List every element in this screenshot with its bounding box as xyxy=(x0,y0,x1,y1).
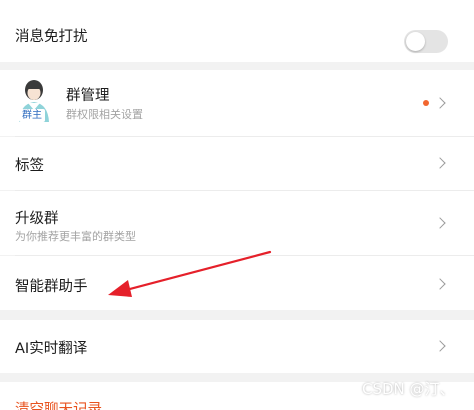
chevron-right-icon xyxy=(434,157,446,169)
chevron-right-icon xyxy=(434,278,446,290)
upgrade-group-title: 升级群 xyxy=(15,211,59,227)
group-management-title: 群管理 xyxy=(66,88,110,104)
chevron-right-icon xyxy=(434,217,446,229)
group-management-row[interactable]: 群主 群管理 群权限相关设置 xyxy=(0,70,474,136)
smart-assistant-label: 智能群助手 xyxy=(15,279,88,295)
chevron-right-icon xyxy=(434,97,446,109)
ai-translation-label: AI实时翻译 xyxy=(15,341,88,357)
group-management-subtitle: 群权限相关设置 xyxy=(66,108,143,121)
previous-row-edge xyxy=(0,0,474,8)
upgrade-group-row[interactable]: 升级群 为你推荐更丰富的群类型 xyxy=(0,191,474,255)
group-settings-screen: 消息免打扰 群主 群管理 群权限相关设置 标签 升级群 为你推荐更丰富的群类型 … xyxy=(0,0,474,410)
new-indicator-dot xyxy=(423,100,429,106)
toggle-knob xyxy=(406,32,425,51)
smart-assistant-row[interactable]: 智能群助手 xyxy=(0,256,474,310)
mute-notifications-label: 消息免打扰 xyxy=(15,29,88,45)
owner-avatar: 群主 xyxy=(15,76,53,124)
owner-badge: 群主 xyxy=(19,109,45,122)
ai-translation-row[interactable]: AI实时翻译 xyxy=(0,320,474,373)
clear-history-label[interactable]: 清空聊天记录 xyxy=(15,398,102,410)
csdn-watermark: CSDN @汀、 xyxy=(362,380,455,398)
upgrade-group-subtitle: 为你推荐更丰富的群类型 xyxy=(15,230,136,243)
mute-toggle[interactable] xyxy=(404,30,448,53)
tags-label: 标签 xyxy=(15,158,44,174)
chevron-right-icon xyxy=(434,340,446,352)
mute-notifications-row[interactable]: 消息免打扰 xyxy=(0,8,474,62)
tags-row[interactable]: 标签 xyxy=(0,137,474,190)
